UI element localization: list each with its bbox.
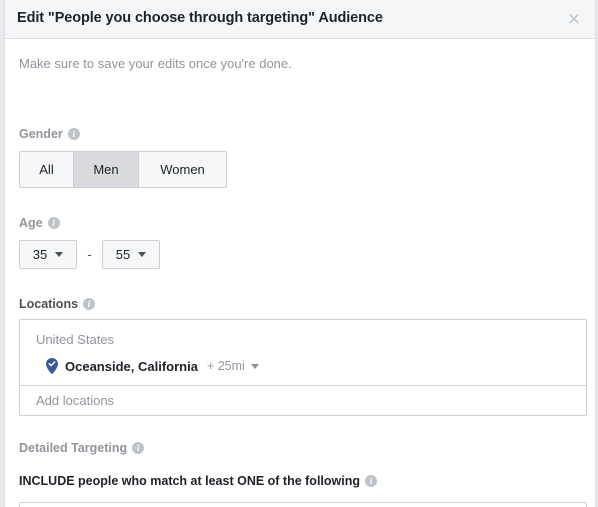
- locations-label-text: Locations: [19, 297, 79, 311]
- add-locations-input[interactable]: Add locations: [20, 385, 586, 415]
- page-title: Edit "People you choose through targetin…: [17, 10, 383, 26]
- age-min-select[interactable]: 35: [19, 240, 77, 269]
- location-radius-value: + 25mi: [206, 359, 245, 373]
- edit-audience-dialog: Edit "People you choose through targetin…: [4, 0, 596, 507]
- chevron-down-icon: [55, 252, 64, 257]
- info-icon[interactable]: i: [132, 442, 145, 454]
- gender-option-men[interactable]: Men: [74, 152, 139, 187]
- gender-option-women[interactable]: Women: [139, 152, 226, 187]
- detailed-targeting-section-label: Detailed Targeting i: [19, 441, 145, 455]
- gender-segmented-control: All Men Women: [19, 151, 227, 188]
- age-max-value: 55: [115, 247, 131, 262]
- locations-list: United States Oceanside, California + 25…: [20, 320, 586, 385]
- gender-label-text: Gender: [19, 127, 63, 141]
- info-icon[interactable]: i: [47, 217, 60, 229]
- age-range-row: 35 - 55: [19, 240, 160, 269]
- include-rule-label: INCLUDE people who match at least ONE of…: [19, 474, 377, 488]
- age-max-select[interactable]: 55: [102, 240, 160, 269]
- include-rule-text: INCLUDE people who match at least ONE of…: [19, 474, 360, 488]
- close-icon[interactable]: ×: [564, 9, 584, 29]
- age-section-label: Age i: [19, 216, 60, 230]
- locations-section-label: Locations i: [19, 297, 96, 311]
- info-icon[interactable]: i: [365, 475, 377, 487]
- detailed-targeting-input-row: Add demographics, interests or behaviors…: [19, 502, 587, 507]
- info-icon[interactable]: i: [83, 298, 96, 310]
- age-range-separator: -: [87, 247, 92, 262]
- gender-option-all[interactable]: All: [20, 152, 74, 187]
- gender-section-label: Gender i: [19, 127, 80, 141]
- info-icon[interactable]: i: [67, 128, 80, 140]
- location-radius-dropdown[interactable]: + 25mi: [207, 359, 259, 373]
- locations-box: United States Oceanside, California + 25…: [19, 319, 587, 416]
- chevron-down-icon: [138, 252, 147, 257]
- locations-country-label: United States: [36, 332, 115, 347]
- list-item[interactable]: Oceanside, California + 25mi: [20, 358, 586, 374]
- dialog-subtitle: Make sure to save your edits once you're…: [19, 56, 292, 71]
- chevron-down-icon: [250, 363, 259, 369]
- dialog-header: Edit "People you choose through targetin…: [5, 0, 595, 39]
- detailed-targeting-label-text: Detailed Targeting: [19, 441, 128, 455]
- location-name: Oceanside, California: [65, 358, 198, 374]
- age-label-text: Age: [19, 216, 43, 230]
- age-min-value: 35: [32, 247, 48, 262]
- map-pin-check-icon: [46, 358, 58, 374]
